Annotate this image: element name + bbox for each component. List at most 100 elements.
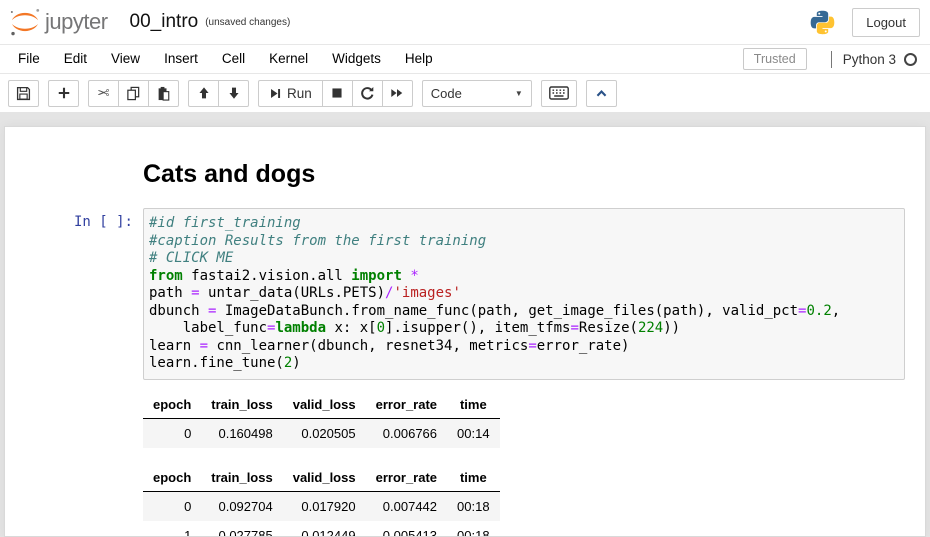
- code-token-keyword: lambda: [275, 320, 326, 336]
- restart-run-all-button[interactable]: [382, 80, 413, 107]
- column-header: time: [447, 465, 500, 492]
- code-line[interactable]: path = untar_data(URLs.PETS)/'images': [149, 285, 899, 303]
- menu-insert[interactable]: Insert: [152, 45, 210, 73]
- code-token-plain: ].isupper(), item_tfms: [385, 320, 570, 336]
- training-output-2: epochtrain_lossvalid_losserror_ratetime0…: [143, 465, 925, 537]
- code-token-plain: path: [149, 285, 191, 301]
- insert-cell-below-button[interactable]: [48, 80, 79, 107]
- code-token-plain: Resize(: [579, 320, 638, 336]
- code-token-plain: ImageDataBunch.from_name_func(path, get_…: [216, 303, 798, 319]
- table-cell: 00:14: [447, 418, 500, 448]
- jupyter-logo-icon: [8, 7, 42, 37]
- code-line[interactable]: #id first_training: [149, 215, 899, 233]
- column-header: train_loss: [201, 465, 282, 492]
- plus-icon: [57, 86, 71, 100]
- menu-cell[interactable]: Cell: [210, 45, 257, 73]
- code-input-area[interactable]: #id first_training #caption Results from …: [143, 208, 905, 380]
- code-token-operator: *: [410, 268, 418, 284]
- move-cell-down-button[interactable]: [218, 80, 249, 107]
- table-cell: 0.006766: [366, 418, 447, 448]
- menu-kernel[interactable]: Kernel: [257, 45, 320, 73]
- cell-type-value: Code: [431, 86, 462, 101]
- run-cell-button[interactable]: Run: [258, 80, 323, 107]
- cell-type-dropdown[interactable]: Code ▼: [422, 80, 532, 107]
- notebook-background: Cats and dogs In [ ]: #id first_training…: [0, 112, 930, 537]
- refresh-icon: [360, 86, 375, 101]
- menu-widgets[interactable]: Widgets: [320, 45, 393, 73]
- code-token-plain: learn: [149, 338, 200, 354]
- paste-cells-button[interactable]: [148, 80, 179, 107]
- training-results-table: epochtrain_lossvalid_losserror_ratetime0…: [143, 392, 500, 448]
- table-cell: 0.005413: [366, 521, 447, 537]
- table-row: 10.0277850.0124490.00541300:18: [143, 521, 500, 537]
- code-token-comment: #id first_training: [149, 215, 301, 231]
- restart-kernel-button[interactable]: [352, 80, 383, 107]
- code-token-number: 0.2: [806, 303, 831, 319]
- jupyter-logo[interactable]: jupyter: [8, 7, 108, 37]
- code-token-plain: fastai2.vision.all: [183, 268, 352, 284]
- code-token-keyword: from: [149, 268, 183, 284]
- table-row: 00.0927040.0179200.00744200:18: [143, 491, 500, 521]
- column-header: train_loss: [201, 392, 282, 419]
- table-row: 00.1604980.0205050.00676600:14: [143, 418, 500, 448]
- command-palette-button[interactable]: [541, 80, 577, 107]
- copy-cells-button[interactable]: [118, 80, 149, 107]
- code-token-operator: =: [200, 338, 208, 354]
- code-line[interactable]: from fastai2.vision.all import *: [149, 268, 899, 286]
- code-token-plain: ,: [832, 303, 840, 319]
- interrupt-kernel-button[interactable]: [322, 80, 353, 107]
- notebook-name[interactable]: 00_intro: [130, 11, 199, 33]
- kernel-idle-indicator-icon: [904, 53, 917, 66]
- table-cell: 0.160498: [201, 418, 282, 448]
- code-token-number: 0: [377, 320, 385, 336]
- jupyter-logo-text: jupyter: [45, 9, 108, 35]
- menu-view[interactable]: View: [99, 45, 152, 73]
- code-token-plain: error_rate): [537, 338, 630, 354]
- cut-icon: ✂: [97, 84, 110, 102]
- column-header: error_rate: [366, 465, 447, 492]
- code-token-plain: cnn_learner(dbunch, resnet34, metrics: [208, 338, 528, 354]
- table-cell: 0.012449: [283, 521, 366, 537]
- stop-icon: [330, 86, 344, 100]
- code-line[interactable]: learn = cnn_learner(dbunch, resnet34, me…: [149, 338, 899, 356]
- run-button-label: Run: [287, 86, 312, 101]
- step-forward-icon: [269, 87, 282, 100]
- menu-file[interactable]: File: [6, 45, 52, 73]
- notebook-page: Cats and dogs In [ ]: #id first_training…: [4, 126, 926, 537]
- column-header: epoch: [143, 465, 201, 492]
- code-token-plain: learn.fine_tune(: [149, 355, 284, 371]
- code-line[interactable]: dbunch = ImageDataBunch.from_name_func(p…: [149, 303, 899, 321]
- copy-icon: [126, 86, 141, 101]
- code-line[interactable]: #caption Results from the first training: [149, 233, 899, 251]
- code-token-comment: # CLICK ME: [149, 250, 233, 266]
- cut-cells-button[interactable]: ✂: [88, 80, 119, 107]
- code-line[interactable]: learn.fine_tune(2): [149, 355, 899, 373]
- trusted-badge[interactable]: Trusted: [743, 48, 807, 70]
- code-line[interactable]: label_func=lambda x: x[0].isupper(), ite…: [149, 320, 899, 338]
- markdown-prompt: [5, 160, 143, 189]
- logout-button[interactable]: Logout: [852, 8, 920, 37]
- training-output-1: epochtrain_lossvalid_losserror_ratetime0…: [143, 392, 925, 448]
- column-header: time: [447, 392, 500, 419]
- table-cell: 0.007442: [366, 491, 447, 521]
- code-token-plain: x: x[: [326, 320, 377, 336]
- notebook-header: jupyter 00_intro (unsaved changes) Logou…: [0, 0, 930, 44]
- training-results-table: epochtrain_lossvalid_losserror_ratetime0…: [143, 465, 500, 537]
- markdown-cell[interactable]: Cats and dogs: [5, 160, 925, 189]
- table-cell: 1: [143, 521, 201, 537]
- move-cell-up-button[interactable]: [188, 80, 219, 107]
- save-button[interactable]: [8, 80, 39, 107]
- code-token-operator: =: [570, 320, 578, 336]
- column-header: epoch: [143, 392, 201, 419]
- code-line[interactable]: # CLICK ME: [149, 250, 899, 268]
- checkpoint-status: (unsaved changes): [205, 17, 290, 28]
- code-token-number: 224: [638, 320, 663, 336]
- scroll-up-button[interactable]: [586, 80, 617, 107]
- code-token-operator: =: [528, 338, 536, 354]
- save-icon: [16, 86, 31, 101]
- arrow-down-icon: [227, 86, 241, 100]
- menu-help[interactable]: Help: [393, 45, 445, 73]
- menu-edit[interactable]: Edit: [52, 45, 99, 73]
- code-token-plain: dbunch: [149, 303, 208, 319]
- input-prompt: In [ ]:: [5, 208, 143, 380]
